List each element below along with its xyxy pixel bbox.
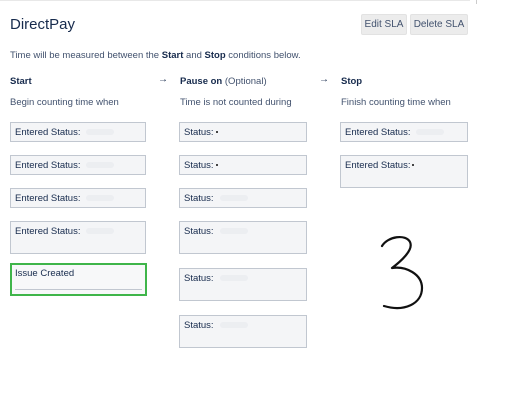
redacted-value — [219, 195, 248, 202]
condition-label: Issue Created — [15, 268, 75, 279]
redacted-value — [86, 129, 115, 136]
redacted-value — [86, 162, 115, 169]
arrow-right-icon: → — [319, 74, 329, 85]
redacted-value — [86, 228, 115, 235]
condition-label: Status: — [184, 320, 214, 331]
pause-condition[interactable]: Status: — [179, 268, 307, 301]
condition-label: Status: — [184, 226, 214, 237]
intro-start-word: Start — [161, 50, 184, 61]
page-title: DirectPay — [10, 16, 76, 33]
condition-label: Entered Status: — [15, 127, 81, 138]
stop-condition[interactable]: Entered Status: — [340, 122, 468, 142]
issue-created-condition[interactable]: Issue Created — [10, 263, 147, 296]
condition-label: Entered Status: — [15, 160, 81, 171]
intro-prefix: Time will be measured between the — [10, 50, 162, 61]
start-column-title: Start — [10, 76, 32, 87]
condition-label: Status: — [184, 273, 214, 284]
arrow-right-icon: → — [158, 74, 168, 85]
pause-optional-label: (Optional) — [224, 76, 267, 87]
pause-condition[interactable]: Status: — [179, 221, 307, 254]
condition-label: Entered Status: — [15, 193, 81, 204]
condition-label: Status: — [184, 193, 214, 204]
intro-text: Time will be measured between the Start … — [10, 50, 301, 61]
start-condition[interactable]: Entered Status: — [10, 155, 146, 175]
redacted-value — [416, 129, 445, 136]
condition-label: Entered Status: — [15, 226, 81, 237]
redacted-value — [219, 322, 248, 329]
pause-column-subtitle: Time is not counted during — [180, 97, 292, 108]
condition-label: Entered Status: — [345, 160, 411, 171]
redacted-value — [215, 131, 218, 134]
pause-column-title: Pause on (Optional) — [180, 76, 267, 87]
redacted-value — [219, 228, 248, 235]
pause-condition[interactable]: Status: — [179, 315, 307, 348]
start-condition[interactable]: Entered Status: — [10, 188, 146, 208]
start-column-subtitle: Begin counting time when — [10, 97, 119, 108]
pause-condition[interactable]: Status: — [179, 188, 307, 208]
redacted-value — [86, 195, 115, 202]
condition-label: Entered Status: — [345, 127, 411, 138]
intro-middle: and — [183, 50, 205, 61]
redacted-value — [412, 164, 415, 167]
condition-label: Status: — [184, 127, 214, 138]
pause-title-text: Pause on — [180, 76, 223, 87]
pause-condition[interactable]: Status: — [179, 155, 307, 175]
scroll-edge — [476, 0, 477, 4]
redacted-value — [215, 164, 218, 167]
intro-suffix: conditions below. — [225, 50, 301, 61]
delete-sla-button[interactable]: Delete SLA — [410, 14, 468, 35]
top-divider — [0, 0, 470, 1]
handwritten-three-annotation — [380, 236, 424, 310]
stop-column-title: Stop — [341, 76, 363, 87]
pause-condition[interactable]: Status: — [179, 122, 307, 142]
edit-sla-button[interactable]: Edit SLA — [361, 14, 407, 35]
field-underline — [15, 289, 142, 290]
start-condition[interactable]: Entered Status: — [10, 221, 146, 254]
stop-column-subtitle: Finish counting time when — [341, 97, 451, 108]
redacted-value — [219, 275, 248, 282]
intro-stop-word: Stop — [204, 50, 226, 61]
stop-condition[interactable]: Entered Status: — [340, 155, 468, 188]
condition-label: Status: — [184, 160, 214, 171]
start-condition[interactable]: Entered Status: — [10, 122, 146, 142]
